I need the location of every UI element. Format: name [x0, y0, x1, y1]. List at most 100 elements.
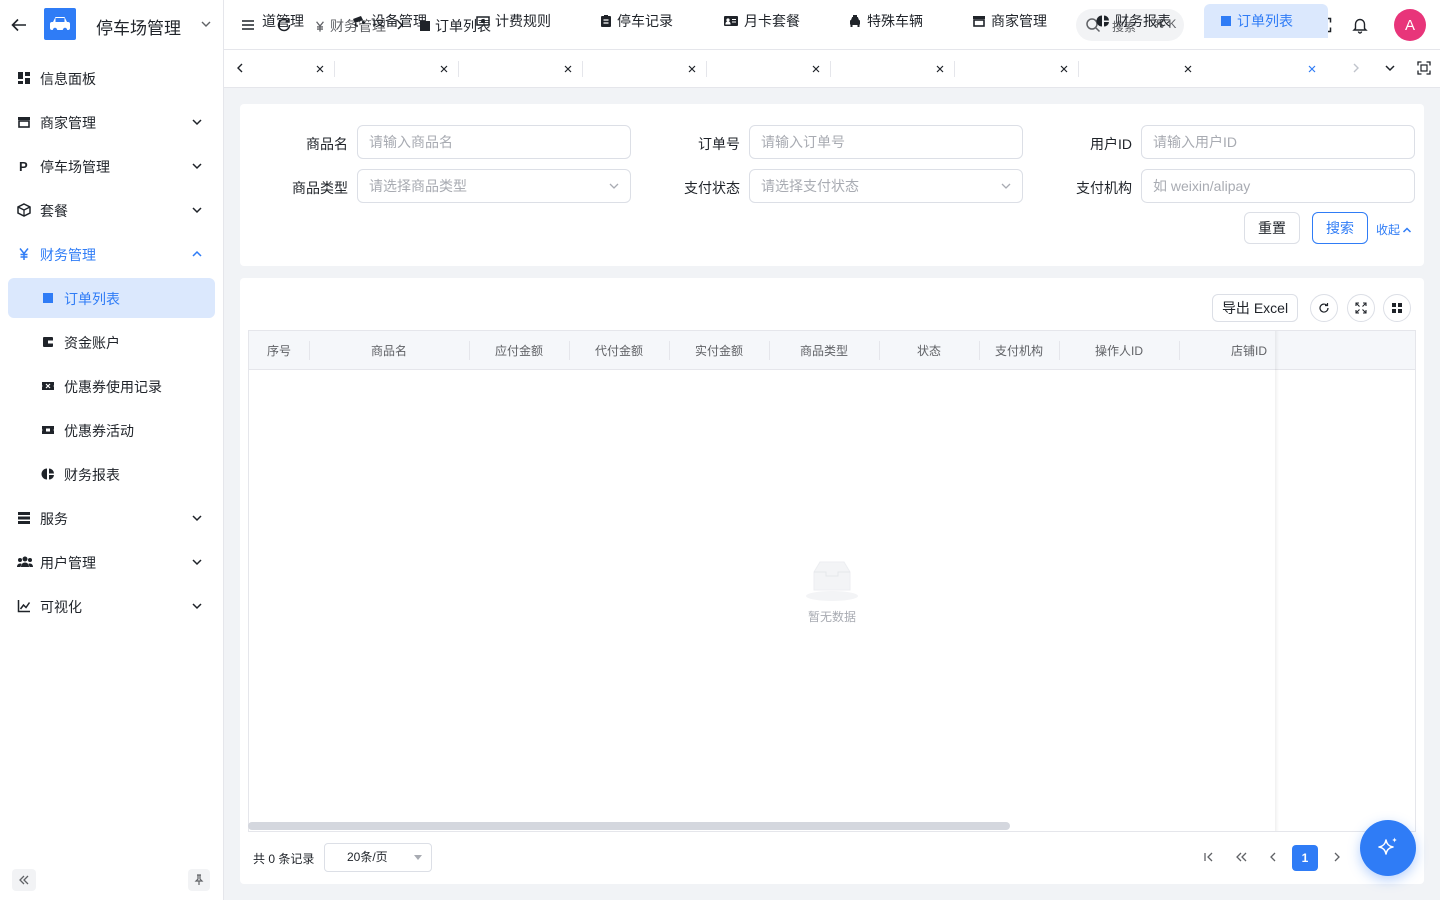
- pagination-total: 共 0 条记录: [253, 852, 315, 866]
- pin-sidebar-button[interactable]: [188, 869, 210, 891]
- product-type-select[interactable]: 请选择商品类型: [357, 169, 631, 203]
- tab-special-vehicles[interactable]: 特殊车辆: [848, 4, 923, 38]
- sidebar-item-label: 资金账户: [64, 335, 120, 351]
- tab-close-icon[interactable]: [812, 65, 820, 73]
- tab-order-list[interactable]: 订单列表: [1204, 4, 1328, 38]
- empty-state-text: 暂无数据: [807, 610, 856, 624]
- sidebar-item-label: 优惠券使用记录: [64, 379, 162, 395]
- column-header[interactable]: 实付金额: [669, 331, 769, 370]
- current-page-button[interactable]: 1: [1292, 845, 1318, 871]
- expand-icon: [1355, 302, 1367, 314]
- column-settings-button[interactable]: [1383, 294, 1411, 322]
- tab-device-management[interactable]: 设备管理: [352, 4, 427, 38]
- sidebar-item-finance[interactable]: 财务管理: [8, 234, 215, 274]
- sidebar-item-label: 服务: [40, 511, 68, 527]
- tab-merchant-management[interactable]: 商家管理: [972, 4, 1047, 38]
- sidebar-item-merchant[interactable]: 商家管理: [8, 102, 215, 142]
- sidebar-item-coupon-activity[interactable]: 优惠券活动: [8, 410, 215, 450]
- prev-pages-icon[interactable]: [1232, 848, 1250, 866]
- tabs-scroll-left-icon[interactable]: [235, 62, 245, 74]
- tab-parking-records[interactable]: 停车记录: [600, 4, 673, 38]
- horizontal-scrollbar[interactable]: [248, 822, 1010, 830]
- parking-icon: P: [17, 159, 31, 173]
- column-header[interactable]: 操作人ID: [1059, 331, 1179, 370]
- sidebar-item-fund-account[interactable]: 资金账户: [8, 322, 215, 362]
- column-header[interactable]: 支付机构: [979, 331, 1059, 370]
- chevron-down-icon[interactable]: [200, 18, 212, 30]
- tab-close-icon[interactable]: [1060, 65, 1068, 73]
- tab-billing-rules[interactable]: 计费规则: [476, 4, 551, 38]
- sidebar-item-label: 停车场管理: [40, 159, 110, 175]
- chevron-down-icon: [191, 513, 203, 523]
- search-button[interactable]: 搜索: [1312, 212, 1368, 244]
- sidebar-item-label: 可视化: [40, 599, 82, 615]
- pie-icon: [1096, 14, 1110, 28]
- tab-close-icon[interactable]: [688, 65, 696, 73]
- column-header[interactable]: 商品名: [309, 331, 469, 370]
- tabs-more-icon[interactable]: [1384, 63, 1396, 73]
- card-icon: [723, 15, 739, 27]
- export-excel-button[interactable]: 导出 Excel: [1212, 294, 1298, 322]
- tab-finance-report[interactable]: 财务报表: [1096, 4, 1171, 38]
- double-chevron-left-icon: [19, 875, 29, 885]
- pay-status-label: 支付状态: [684, 180, 740, 196]
- sidebar-item-label: 信息面板: [40, 71, 96, 87]
- column-header[interactable]: 店铺ID: [1179, 331, 1275, 370]
- sidebar-item-visualization[interactable]: 可视化: [8, 586, 215, 626]
- first-page-icon[interactable]: [1200, 848, 1218, 866]
- column-header[interactable]: 状态: [879, 331, 979, 370]
- user-id-input[interactable]: 请输入用户ID: [1141, 125, 1415, 159]
- column-header[interactable]: 序号: [249, 331, 309, 370]
- sidebar-item-service[interactable]: 服务: [8, 498, 215, 538]
- sidebar-item-dashboard[interactable]: 信息面板: [8, 58, 215, 98]
- table-refresh-button[interactable]: [1310, 294, 1338, 322]
- sidebar-item-label: 优惠券活动: [64, 423, 134, 439]
- chevron-down-icon: [191, 601, 203, 611]
- wallet-icon: [41, 335, 55, 349]
- order-no-label: 订单号: [698, 136, 740, 152]
- tab-close-icon[interactable]: [936, 65, 944, 73]
- collapse-filters-link[interactable]: 收起: [1376, 221, 1412, 238]
- sidebar-item-label: 订单列表: [64, 291, 120, 307]
- prev-page-icon[interactable]: [1264, 848, 1282, 866]
- pay-status-select[interactable]: 请选择支付状态: [749, 169, 1023, 203]
- tab-monthly-card[interactable]: 月卡套餐: [723, 4, 800, 38]
- sidebar: 停车场管理 信息面板 商家管理 P 停车场管理 套餐 财务管理 订单列表 资金账…: [0, 0, 224, 900]
- column-header[interactable]: 商品类型: [769, 331, 879, 370]
- page-size-select[interactable]: 20条/页: [324, 843, 432, 872]
- tab-fullscreen-icon[interactable]: [1417, 61, 1431, 75]
- chevron-up-icon: [1402, 226, 1412, 233]
- sidebar-item-label: 用户管理: [40, 555, 96, 571]
- sidebar-item-order-list[interactable]: 订单列表: [8, 278, 215, 318]
- sidebar-item-parking[interactable]: P 停车场管理: [8, 146, 215, 186]
- sidebar-item-package[interactable]: 套餐: [8, 190, 215, 230]
- next-page-icon[interactable]: [1328, 848, 1346, 866]
- pay-org-input[interactable]: 如 weixin/alipay: [1141, 169, 1415, 203]
- tab-close-icon[interactable]: [1184, 65, 1192, 73]
- ai-assistant-button[interactable]: [1360, 820, 1416, 876]
- menu-toggle-icon[interactable]: [239, 16, 257, 34]
- sidebar-item-finance-report[interactable]: 财务报表: [8, 454, 215, 494]
- sparkle-icon: [1378, 837, 1397, 855]
- tab-close-icon[interactable]: [564, 65, 572, 73]
- column-header[interactable]: 代付金额: [569, 331, 669, 370]
- sidebar-item-label: 套餐: [40, 203, 68, 219]
- bell-icon[interactable]: [1351, 16, 1369, 34]
- back-arrow-icon[interactable]: [10, 16, 28, 34]
- table-fullscreen-button[interactable]: [1347, 294, 1375, 322]
- tab-lane-management[interactable]: 道管理: [262, 4, 304, 38]
- sidebar-item-user-management[interactable]: 用户管理: [8, 542, 215, 582]
- order-no-input[interactable]: 请输入订单号: [749, 125, 1023, 159]
- avatar[interactable]: A: [1394, 9, 1426, 41]
- sidebar-item-label: 财务报表: [64, 467, 120, 483]
- product-name-input[interactable]: 请输入商品名: [357, 125, 631, 159]
- sidebar-item-coupon-records[interactable]: 优惠券使用记录: [8, 366, 215, 406]
- tab-close-icon[interactable]: [1308, 65, 1316, 73]
- collapse-sidebar-button[interactable]: [12, 869, 36, 891]
- tab-close-icon[interactable]: [440, 65, 448, 73]
- reset-button[interactable]: 重置: [1244, 212, 1300, 244]
- tab-close-icon[interactable]: [316, 65, 324, 73]
- empty-state-icon: [806, 558, 858, 602]
- tabs-scroll-right-icon[interactable]: [1351, 62, 1361, 74]
- column-header[interactable]: 应付金额: [469, 331, 569, 370]
